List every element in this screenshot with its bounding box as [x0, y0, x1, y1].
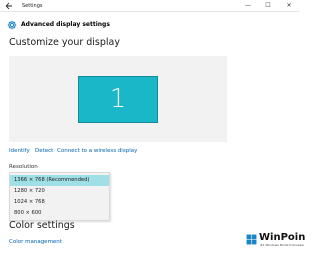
minimize-button[interactable]: —	[240, 0, 256, 12]
gear-icon	[7, 20, 17, 30]
resolution-option[interactable]: 1024 × 768	[10, 197, 109, 208]
color-management-link[interactable]: Color management	[9, 238, 62, 246]
monitor-number: 1	[109, 84, 127, 114]
resolution-dropdown[interactable]: 1366 × 768 (Recommended) 1280 × 720 1024…	[9, 172, 110, 221]
watermark-tagline: #1 Windows Portal Indonesia	[260, 243, 304, 247]
maximize-button[interactable]: ☐	[260, 0, 276, 12]
identify-link[interactable]: Identify	[9, 147, 30, 155]
close-button[interactable]: ✕	[281, 0, 297, 12]
winpoin-logo-icon	[246, 234, 257, 245]
color-settings-heading: Color settings	[9, 220, 75, 231]
detect-link[interactable]: Detect	[35, 147, 53, 155]
display-preview-area: 1	[9, 56, 227, 142]
back-button[interactable]	[4, 0, 14, 12]
title-bar: Settings — ☐ ✕	[0, 0, 300, 12]
window-title: Settings	[22, 3, 43, 9]
page-title: Advanced display settings	[21, 21, 110, 28]
back-arrow-icon	[5, 2, 12, 10]
customize-heading: Customize your display	[9, 37, 120, 48]
resolution-option[interactable]: 1366 × 768 (Recommended)	[10, 175, 109, 186]
resolution-label: Resolution	[9, 164, 38, 170]
resolution-option[interactable]: 1280 × 720	[10, 186, 109, 197]
resolution-option[interactable]: 800 × 600	[10, 208, 109, 219]
wireless-display-link[interactable]: Connect to a wireless display	[57, 147, 137, 155]
monitor-tile[interactable]: 1	[78, 76, 158, 123]
